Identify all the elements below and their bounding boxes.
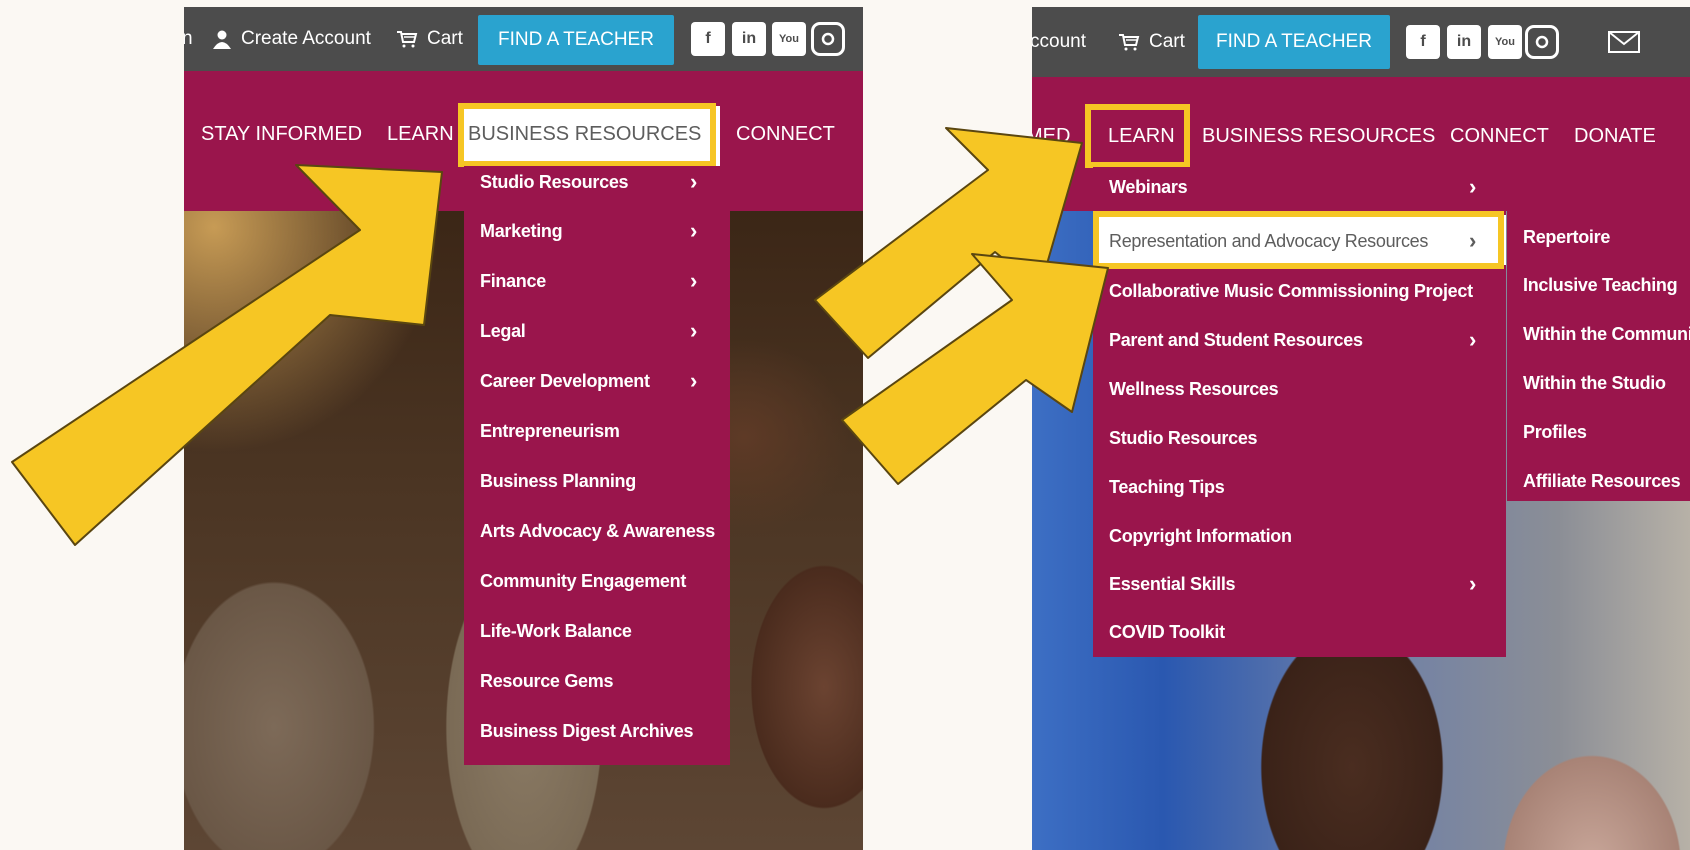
truncated-create-account-link[interactable]: ccount — [1032, 7, 1086, 77]
learn-dropdown: Webinars › Representation and Advocacy R… — [1093, 167, 1506, 657]
left-screenshot-panel: n Create Account Cart FIND A TEACHER f i… — [184, 7, 863, 850]
highlight-frame — [1085, 104, 1190, 168]
facebook-icon[interactable]: f — [691, 22, 725, 56]
cart-icon — [397, 31, 418, 48]
chevron-right-icon: › — [690, 218, 698, 243]
representation-submenu: Repertoire Inclusive Teaching Within the… — [1507, 211, 1690, 501]
nav-learn[interactable]: LEARN — [387, 123, 454, 146]
right-screenshot-panel: ccount Cart FIND A TEACHER f in You MED … — [1032, 7, 1690, 850]
chevron-right-icon: › — [690, 169, 698, 194]
highlight-frame — [1093, 211, 1504, 269]
chevron-right-icon: › — [690, 268, 698, 293]
cart-icon — [1119, 34, 1140, 51]
chevron-right-icon: › — [690, 318, 698, 343]
create-account-label: Create Account — [241, 28, 371, 49]
nav-connect[interactable]: CONNECT — [736, 123, 835, 146]
linkedin-icon[interactable]: in — [1447, 25, 1481, 59]
nav-connect[interactable]: CONNECT — [1450, 125, 1549, 148]
youtube-icon[interactable]: You — [772, 22, 806, 56]
cart-link[interactable]: Cart — [396, 7, 463, 71]
nav-stay-informed[interactable]: STAY INFORMED — [201, 123, 362, 146]
nav-donate[interactable]: DONATE — [1574, 125, 1656, 148]
find-a-teacher-button[interactable]: FIND A TEACHER — [478, 15, 674, 65]
cart-link[interactable]: Cart — [1118, 7, 1185, 77]
cart-label: Cart — [1149, 31, 1185, 52]
instagram-icon[interactable] — [811, 22, 845, 56]
mail-icon[interactable] — [1608, 31, 1640, 53]
top-utility-bar: n Create Account Cart FIND A TEACHER f i… — [184, 7, 863, 71]
facebook-icon[interactable]: f — [1406, 25, 1440, 59]
find-a-teacher-button[interactable]: FIND A TEACHER — [1198, 15, 1390, 69]
youtube-icon[interactable]: You — [1488, 25, 1522, 59]
create-account-link[interactable]: Create Account — [212, 7, 371, 71]
user-icon — [213, 30, 231, 49]
instagram-icon[interactable] — [1525, 25, 1559, 59]
chevron-right-icon: › — [690, 368, 698, 393]
top-utility-bar: ccount Cart FIND A TEACHER f in You — [1032, 7, 1690, 77]
cart-label: Cart — [427, 28, 463, 49]
chevron-right-icon: › — [1469, 571, 1477, 596]
linkedin-icon[interactable]: in — [732, 22, 766, 56]
truncated-signin-link[interactable]: n — [184, 7, 193, 71]
nav-business-resources[interactable]: BUSINESS RESOURCES — [1202, 125, 1435, 148]
business-resources-dropdown: Studio Resources › Marketing › Finance ›… — [464, 166, 730, 765]
chevron-right-icon: › — [1469, 174, 1477, 199]
nav-stay-informed-truncated[interactable]: MED — [1032, 125, 1070, 148]
highlight-frame — [458, 103, 716, 167]
chevron-right-icon: › — [1469, 327, 1477, 352]
